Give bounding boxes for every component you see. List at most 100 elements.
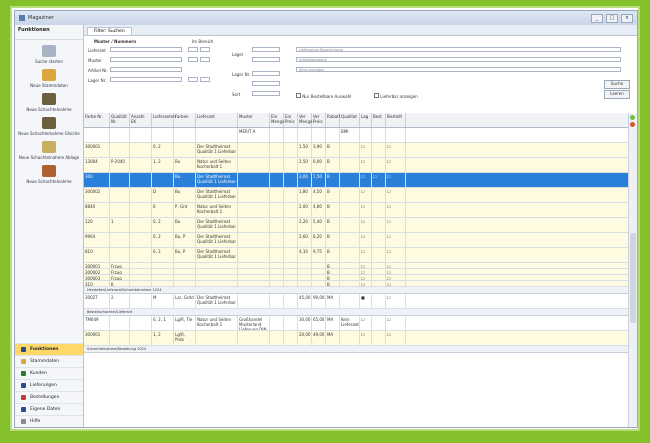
lager-select-2[interactable] [252, 57, 280, 62]
table-row[interactable]: 810 6, 2 Bu, P Der Stadtheimat Qualität 1 L… [84, 248, 629, 263]
range-to-input[interactable] [200, 77, 210, 82]
column-header[interactable]: Best [372, 113, 386, 127]
range-to-input[interactable] [200, 47, 210, 52]
table-row[interactable]: MERIT A BMI [84, 128, 629, 143]
scroll-thumb[interactable] [630, 233, 636, 323]
sidebar-action-4[interactable]: Neue Schachtelnahme Ablage [17, 141, 81, 160]
lieferant-input[interactable] [110, 47, 182, 52]
table-cell [284, 143, 298, 157]
lager-select[interactable] [252, 47, 280, 52]
sidebar-action-5[interactable]: Neue Schachtelnahme [17, 165, 81, 184]
column-header[interactable]: Bestellt [386, 113, 406, 127]
help-icon [21, 419, 26, 424]
table-cell: 120 [84, 218, 110, 232]
arrow-icon [42, 45, 56, 57]
column-header[interactable]: Farben [174, 113, 196, 127]
table-cell [340, 158, 360, 172]
nav-item-eigene-daten[interactable]: Eigene Daten [15, 403, 83, 415]
range-to-input[interactable] [200, 57, 210, 62]
group-header[interactable]: Bestellschachtel/Lieferant [84, 309, 629, 316]
sidebar-action-0[interactable]: Suche starten [17, 45, 81, 64]
table-cell: ☐ [360, 316, 372, 330]
maximize-button[interactable]: □ [606, 13, 618, 23]
column-header[interactable]: Lieferant [196, 113, 238, 127]
group-header[interactable]: Schachtelnahme/Bestellung 1024 [84, 346, 629, 353]
table-row[interactable]: 3002T 2 M Lar, Grdd Der Stadtheimat Qualität… [84, 294, 629, 309]
sidebar-action-3[interactable]: Neue Schachtelnahme Gleiche [17, 117, 81, 136]
table-cell [238, 158, 270, 172]
table-cell: ☐ [372, 173, 386, 187]
table-cell: BMI [340, 128, 360, 142]
nav-item-funktionen[interactable]: Funktionen [15, 343, 83, 355]
column-header[interactable]: Rabatt [326, 113, 340, 127]
range-from-input[interactable] [188, 57, 198, 62]
column-header[interactable]: Ein Menge [270, 113, 284, 127]
minimize-button[interactable]: _ [591, 13, 603, 23]
table-row[interactable]: 9964 0, 2 Bu, P Der Stadtheimat Qualität 1 … [84, 233, 629, 248]
column-header[interactable]: Ver Preis [312, 113, 326, 127]
table-cell: 3,00 [298, 173, 312, 187]
column-header[interactable]: Qualitat [340, 113, 360, 127]
table-cell [130, 263, 152, 268]
nav-item-kunden[interactable]: Kunden [15, 367, 83, 379]
table-row[interactable]: 8840 6 P, Grd Natur und Seiten Kocherbalt 1… [84, 203, 629, 218]
table-cell: Frzug [110, 269, 130, 274]
table-row-selected[interactable]: 300 Bu Der Stadtheimat Qualität 1 Lieferba… [84, 173, 629, 188]
column-header[interactable]: Farbe Nr. [84, 113, 110, 127]
reset-button[interactable]: Leeren [604, 90, 630, 99]
column-header[interactable]: Ver Menge [298, 113, 312, 127]
sort-select[interactable] [252, 91, 280, 96]
close-button[interactable]: × [621, 13, 633, 23]
muster-input[interactable] [110, 57, 182, 62]
search-button[interactable]: Suche [604, 80, 630, 89]
table-cell [284, 269, 298, 274]
column-header[interactable]: Ein Preis [284, 113, 298, 127]
table-row[interactable]: 300001 1, 2 Lg/R, Prob 20,00 49,00 MA ☐ ☐ [84, 331, 629, 346]
table-cell [372, 203, 386, 217]
column-header[interactable]: Qualität Nr. [110, 113, 130, 127]
column-header[interactable]: Anzahl EK [130, 113, 152, 127]
table-cell [284, 316, 298, 330]
category-input[interactable]: Artikelkategorie [296, 57, 621, 62]
nav-item-label: Eigene Daten [30, 407, 61, 412]
column-header[interactable]: Lieferanten [152, 113, 176, 127]
group-header[interactable]: Hersteller/Lieferant/Schachtelnahme 1024 [84, 287, 629, 294]
vertical-scrollbar[interactable] [628, 113, 637, 427]
table-cell: Bu [174, 173, 196, 187]
supplier-desc-input[interactable]: Lieferanten Bezeichnung [296, 47, 621, 52]
show-all-input[interactable]: Alles anzeigen [296, 67, 621, 72]
table-cell [284, 173, 298, 187]
table-cell: ☐ [360, 143, 372, 157]
nav-item-hilfe[interactable]: Hilfe [15, 415, 83, 427]
range-from-input[interactable] [188, 47, 198, 52]
bestellbar-checkbox[interactable]: Nur Bestellbare Auswahl [296, 93, 351, 99]
nav-item-bestellungen[interactable]: Bestellungen [15, 391, 83, 403]
lager-nr-select-2[interactable] [252, 81, 280, 86]
nav-item-lieferungen[interactable]: Lieferungen [15, 379, 83, 391]
table-row[interactable]: 120 1 0, 2 Bu Der Stadtheimat Qualität 1 Lie… [84, 218, 629, 233]
column-header[interactable]: Muster [238, 113, 270, 127]
lager-nr-input[interactable] [110, 77, 182, 82]
table-cell [238, 218, 270, 232]
table-cell: Natur und Seiten Kocherbalt 1 [196, 316, 238, 330]
tab-filter-suchen[interactable]: Filter: Suchen [87, 27, 132, 35]
table-row[interactable]: 300002 D Bu Der Stadtheimat Qualität 1 Lief… [84, 188, 629, 203]
table-cell: Bu, P [174, 248, 196, 262]
nav-item-stammdaten[interactable]: Stammdaten [15, 355, 83, 367]
lager-nr-select[interactable] [252, 71, 280, 76]
table-row[interactable]: 300001 0, 2 Der Stadtheimat Qualität 1 Lie… [84, 143, 629, 158]
table-row[interactable]: 13004 P-2040 1, 2 Bu Natur und Seiten Kocher… [84, 158, 629, 173]
artikel-nr-input[interactable] [110, 67, 182, 72]
column-header[interactable]: Lag [360, 113, 372, 127]
sidebar-action-1[interactable]: Neue Stammdaten [17, 69, 81, 88]
table-cell [152, 263, 174, 268]
table-cell [110, 233, 130, 247]
table-cell: 1, 2 [152, 158, 174, 172]
table-cell: ☐ [386, 263, 406, 268]
lieferbar-checkbox[interactable]: Lieferbar anzeigen [374, 93, 418, 99]
range-from-input[interactable] [188, 77, 198, 82]
sidebar-action-2[interactable]: Neue Schachtelnahme [17, 93, 81, 112]
table-cell: ☐ [360, 331, 372, 345]
table-cell: 6, 2 [152, 248, 174, 262]
table-row[interactable]: TM049 0, 2, 1 Lg/R, Tie Natur und Seiten Ko… [84, 316, 629, 331]
